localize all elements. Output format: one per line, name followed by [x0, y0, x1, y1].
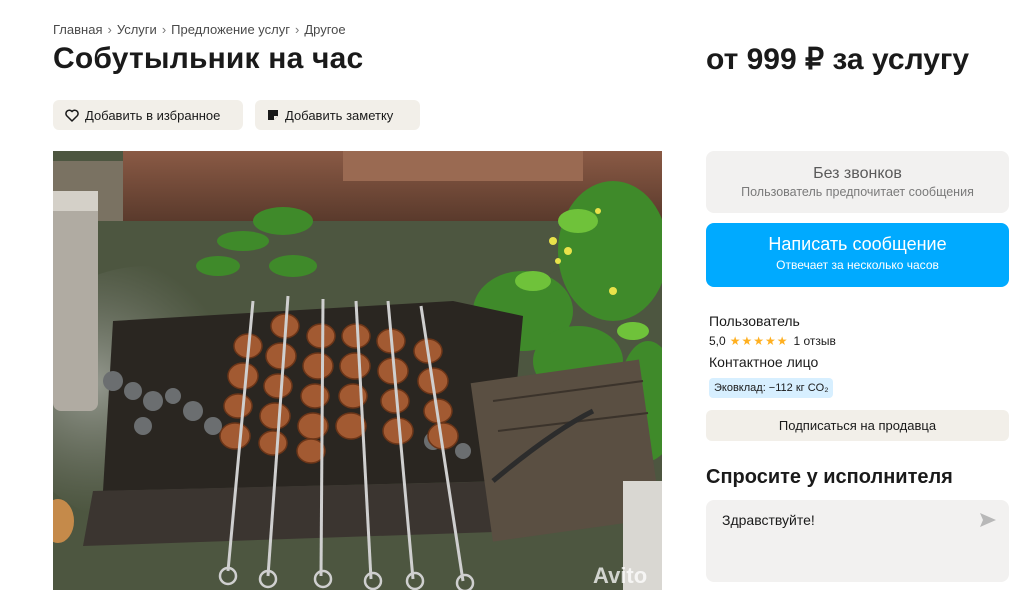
rating-value: 5,0	[709, 334, 726, 348]
no-calls-notice: Без звонков Пользователь предпочитает со…	[706, 151, 1009, 213]
send-icon[interactable]	[979, 512, 997, 528]
subscribe-seller-button[interactable]: Подписаться на продавца	[706, 410, 1009, 441]
breadcrumb: Главная › Услуги › Предложение услуг › Другое	[53, 22, 346, 37]
breadcrumb-home[interactable]: Главная	[53, 22, 102, 37]
rating-stars-icon: ★★★★★	[729, 334, 789, 348]
no-calls-subtitle: Пользователь предпочитает сообщения	[741, 185, 974, 199]
listing-photo[interactable]: Avito	[53, 151, 662, 590]
heart-icon	[65, 109, 79, 122]
page-title: Собутыльник на час	[53, 42, 364, 75]
breadcrumb-services[interactable]: Услуги	[117, 22, 157, 37]
breadcrumb-separator: ›	[161, 22, 167, 37]
eco-badge[interactable]: Эковклад: −112 кг CO₂	[709, 378, 834, 398]
shashlik-photo-image: Avito	[53, 151, 662, 590]
add-note-label: Добавить заметку	[285, 107, 394, 123]
price: от 999 ₽ за услугу	[706, 43, 970, 76]
breadcrumb-other[interactable]: Другое	[304, 22, 345, 37]
breadcrumb-separator: ›	[294, 22, 300, 37]
seller-name[interactable]: Пользователь	[709, 313, 800, 329]
breadcrumb-separator: ›	[107, 22, 112, 37]
write-message-label: Написать сообщение	[768, 234, 947, 254]
seller-rating: 5,0 ★★★★★ 1 отзыв	[709, 334, 836, 348]
note-icon	[268, 110, 278, 120]
ask-message-input[interactable]: Здравствуйте!	[722, 512, 962, 568]
reviews-link[interactable]: 1 отзыв	[793, 334, 835, 348]
ask-performer-title: Спросите у исполнителя	[706, 466, 953, 488]
ask-message-box: Здравствуйте!	[706, 500, 1009, 582]
add-to-favorites-button[interactable]: Добавить в избранное	[53, 100, 243, 130]
write-message-button[interactable]: Написать сообщение Отвечает за несколько…	[706, 223, 1009, 287]
avito-watermark: Avito	[593, 563, 647, 588]
no-calls-title: Без звонков	[813, 165, 902, 182]
add-to-favorites-label: Добавить в избранное	[85, 107, 221, 123]
add-note-button[interactable]: Добавить заметку	[255, 100, 420, 130]
response-time-label: Отвечает за несколько часов	[776, 258, 939, 272]
contact-person-label: Контактное лицо	[709, 354, 819, 370]
breadcrumb-service-offers[interactable]: Предложение услуг	[171, 22, 290, 37]
